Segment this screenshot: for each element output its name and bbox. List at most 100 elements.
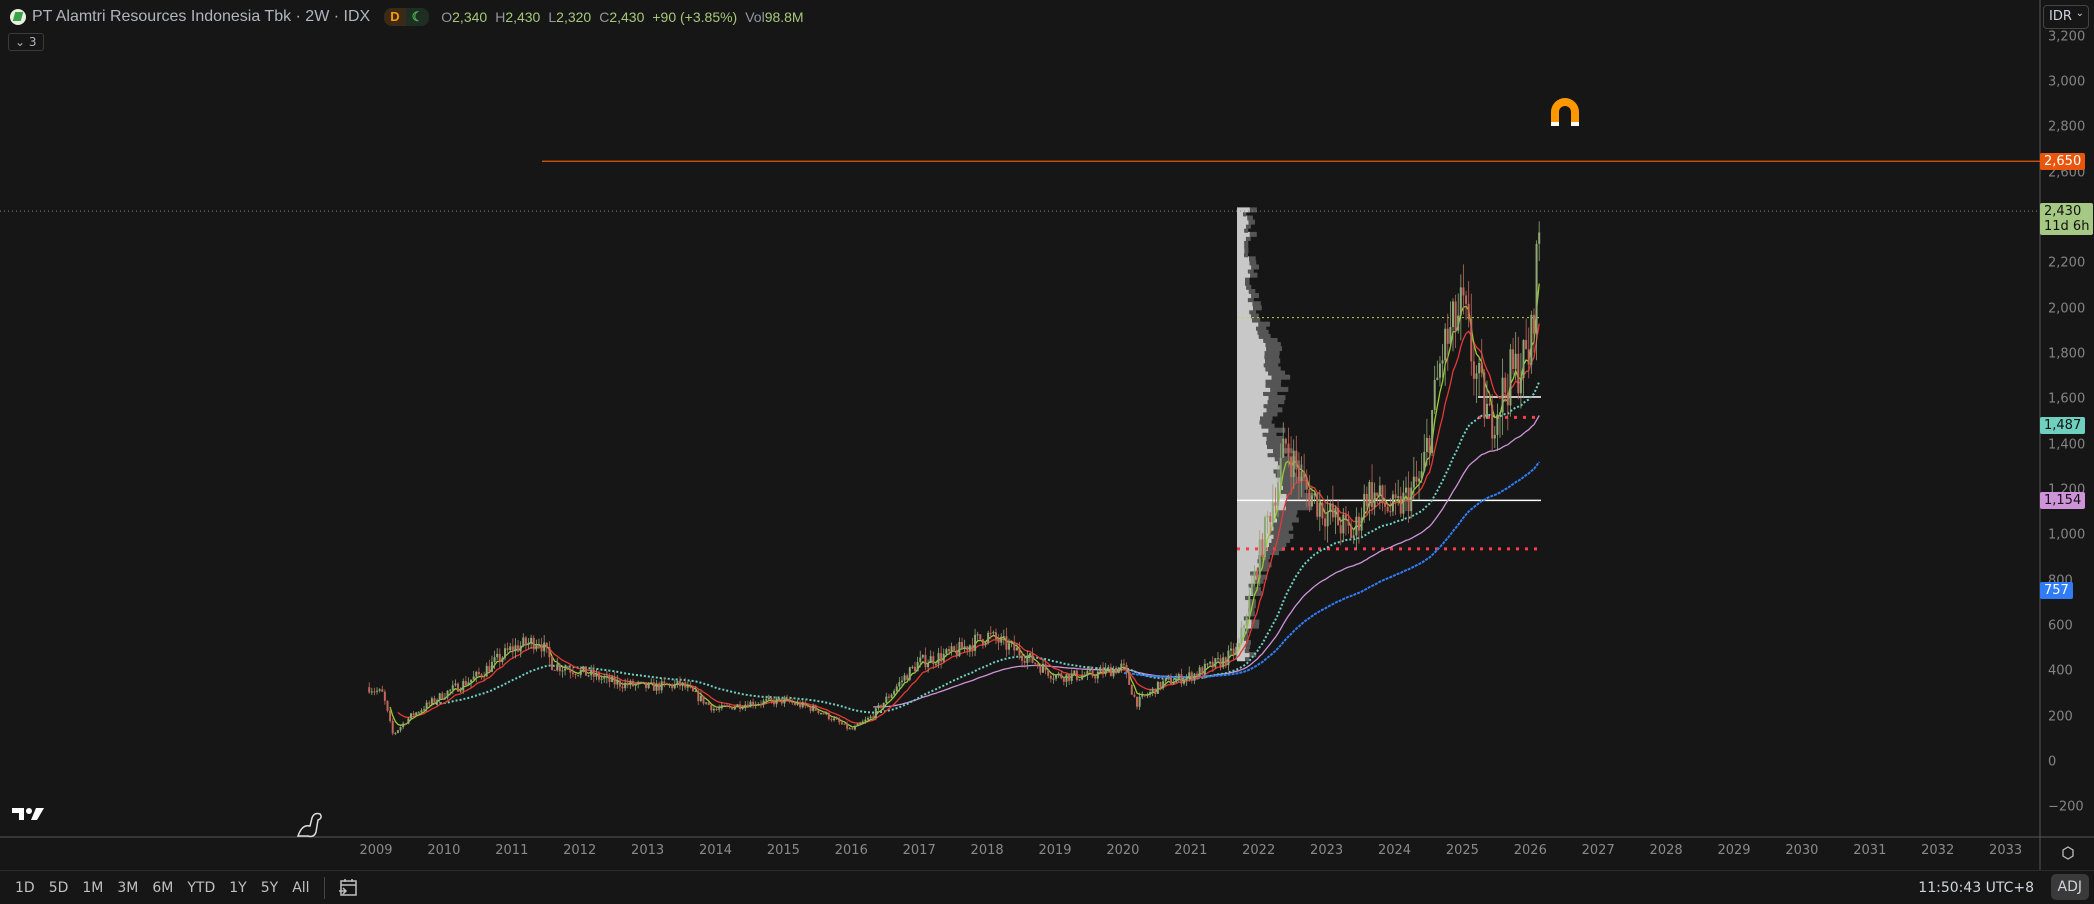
range-button-all[interactable]: All <box>292 880 309 896</box>
candle-body <box>1522 339 1525 378</box>
candle-body <box>1303 471 1306 478</box>
candle-body <box>725 705 728 707</box>
candle-body <box>1125 664 1128 673</box>
range-button-6m[interactable]: 6M <box>152 880 173 896</box>
candle-body <box>496 653 499 658</box>
candle-body <box>1214 658 1217 668</box>
candle-body <box>532 637 535 650</box>
candle-body <box>689 685 692 688</box>
candle-body <box>963 646 966 649</box>
candle-body <box>381 689 384 692</box>
range-button-5d[interactable]: 5D <box>49 880 69 896</box>
candle-body <box>903 675 906 681</box>
candle-body <box>501 657 504 662</box>
candle-body <box>1243 625 1246 628</box>
clock[interactable]: 11:50:43 UTC+8 <box>1918 880 2034 896</box>
candle-body <box>953 646 956 651</box>
candle-body <box>490 661 493 672</box>
range-button-3m[interactable]: 3M <box>117 880 138 896</box>
candle-body <box>718 708 721 710</box>
candle-body <box>1193 673 1196 681</box>
candle-body <box>911 666 914 668</box>
candle-body <box>569 669 572 673</box>
candle-body <box>945 649 948 654</box>
candle-body <box>1128 672 1131 685</box>
candle-body <box>880 705 883 708</box>
candle-body <box>537 644 540 646</box>
candle-body <box>882 702 885 708</box>
price-tick: 1,600 <box>2048 391 2086 407</box>
candle-body <box>1326 511 1329 527</box>
candle-body <box>1378 485 1381 496</box>
candle-body <box>812 705 815 711</box>
range-button-1d[interactable]: 1D <box>15 880 35 896</box>
candle-body <box>663 681 666 684</box>
price-tick: 400 <box>2048 663 2073 679</box>
candle-body <box>1297 466 1300 481</box>
candle-body <box>1394 494 1397 498</box>
candle-body <box>1261 539 1264 557</box>
candle-body <box>404 723 407 725</box>
candle-body <box>1329 503 1332 512</box>
candle-body <box>1203 663 1206 675</box>
candle-body <box>707 702 710 706</box>
candle-body <box>1399 496 1402 514</box>
candle-body <box>1284 438 1287 444</box>
indicators-toggle-button[interactable]: ⌄ 3 <box>8 33 44 51</box>
dino-icon <box>296 812 322 838</box>
range-button-5y[interactable]: 5Y <box>261 880 278 896</box>
adjust-button[interactable]: ADJ <box>2050 874 2089 900</box>
candle-body <box>1073 670 1076 674</box>
volume-profile-bar <box>1249 207 1257 213</box>
candle-body <box>692 687 695 692</box>
candle-body <box>796 702 799 705</box>
candle-body <box>417 712 420 714</box>
range-button-ytd[interactable]: YTD <box>187 880 215 896</box>
delayed-badge[interactable]: D <box>384 8 406 26</box>
market-closed-icon[interactable]: ☾ <box>405 8 430 26</box>
settings-icon <box>2062 846 2074 860</box>
candle-body <box>1355 516 1358 536</box>
candle-body <box>577 675 580 677</box>
candle-body <box>1248 595 1251 618</box>
go-to-date-icon[interactable] <box>337 877 359 899</box>
candle-body <box>1088 670 1091 672</box>
candle-body <box>1185 676 1188 681</box>
candle-body <box>1099 668 1102 672</box>
candle-body <box>548 647 551 658</box>
candle-body <box>1133 694 1136 697</box>
range-button-1m[interactable]: 1M <box>82 880 103 896</box>
candle-body <box>480 674 483 677</box>
range-button-1y[interactable]: 1Y <box>229 880 246 896</box>
candle-body <box>1240 627 1243 644</box>
candle-body <box>658 683 661 691</box>
candle-body <box>1130 684 1133 695</box>
currency-select[interactable]: IDR ⌄ <box>2043 5 2089 29</box>
high-label: H <box>495 9 506 25</box>
symbol-title[interactable]: PT Alamtri Resources Indonesia Tbk · 2W … <box>32 8 370 26</box>
candle-body <box>370 691 373 693</box>
candle-body <box>830 719 833 721</box>
candle-body <box>1410 487 1413 512</box>
ma-200-line <box>1123 461 1541 679</box>
candle-body <box>712 708 715 711</box>
candle-body <box>1418 478 1421 482</box>
candle-body <box>890 694 893 698</box>
candle-body <box>517 645 520 652</box>
candle-body <box>1337 507 1340 526</box>
candle-body <box>1459 287 1462 316</box>
ma-slow-line <box>431 381 1541 714</box>
year-label: 2018 <box>970 843 1004 858</box>
candle-body <box>1300 471 1303 481</box>
candle-body <box>650 682 653 684</box>
candle-body <box>368 687 371 693</box>
logo-part <box>12 808 24 820</box>
candle-body <box>885 696 888 703</box>
candle-body <box>1172 682 1175 685</box>
candle-body <box>514 645 517 652</box>
candle-body <box>869 716 872 719</box>
candle-body <box>524 637 527 645</box>
candle-body <box>1496 414 1499 435</box>
candle-body <box>681 682 684 687</box>
price-chart[interactable] <box>0 0 2094 904</box>
